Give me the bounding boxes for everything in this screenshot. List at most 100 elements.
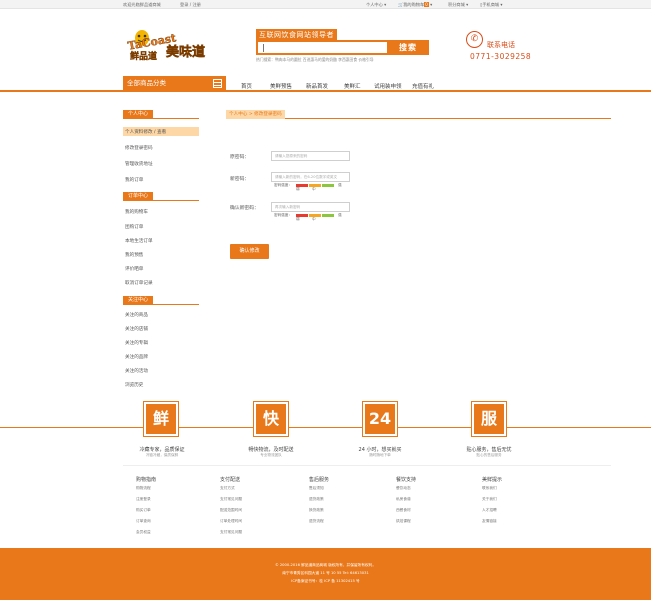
sidebar-item-reviews[interactable]: 评价晒单 bbox=[125, 266, 143, 272]
password-strength-label-2: 密码强度： bbox=[274, 213, 292, 217]
sidebar-divider bbox=[123, 200, 199, 201]
points-mall-link[interactable]: 积分商城 ▾ bbox=[448, 2, 468, 8]
search-cursor: | bbox=[262, 43, 265, 52]
feature-sub-fast: 专业物流团队 bbox=[260, 453, 282, 457]
sidebar-item-followed-shops[interactable]: 关注的店铺 bbox=[125, 326, 148, 332]
footer-link[interactable]: 人才招聘 bbox=[482, 508, 497, 513]
fresh-icon: 鲜 bbox=[143, 401, 179, 437]
site-logo[interactable]: TaCoast 鲜品道 美味道 bbox=[126, 26, 216, 62]
nav-item-presale[interactable]: 美鲜预售 bbox=[270, 82, 292, 90]
sidebar-divider bbox=[123, 304, 199, 305]
search-button[interactable]: 搜索 bbox=[387, 40, 429, 55]
strength-mid-text: 中 bbox=[312, 217, 316, 221]
confirm-password-label: 确认新密码： bbox=[230, 206, 259, 211]
list-icon bbox=[213, 79, 222, 88]
sidebar-item-my-orders[interactable]: 我的订单 bbox=[125, 177, 143, 183]
sidebar-item-group-orders[interactable]: 团购订单 bbox=[125, 224, 143, 230]
strength-weak-text: 弱 bbox=[296, 217, 300, 221]
phone-label: 联系电话 bbox=[487, 41, 515, 49]
sidebar-item-local-orders[interactable]: 本地生活订单 bbox=[125, 238, 153, 244]
footer-col-title-payment: 支付配送 bbox=[220, 477, 241, 483]
strength-bar-strong bbox=[322, 184, 334, 187]
cart-link[interactable]: 🛒我的购物车0 ▾ bbox=[398, 2, 432, 8]
nav-item-new[interactable]: 新品首发 bbox=[306, 82, 328, 90]
nav-item-trial[interactable]: 试用装申领 bbox=[374, 82, 402, 90]
strength-strong-text: 强 bbox=[338, 213, 342, 217]
footer-link[interactable]: 支付常见问题 bbox=[220, 497, 242, 502]
footer-link[interactable]: 餐饮动态 bbox=[396, 486, 411, 491]
confirm-password-input[interactable]: 再次输入新密码 bbox=[271, 202, 350, 212]
site-footer: © 2000-2016 鲜品道商品商城 版权所有，并保留所有权利。 南宁市青秀区… bbox=[0, 548, 651, 600]
footer-col-title-tips: 美鲜提示 bbox=[482, 477, 503, 483]
copyright-text: © 2000-2016 鲜品道商品商城 版权所有，并保留所有权利。 bbox=[274, 563, 377, 567]
feature-sub-service: 贴心的售后服务 bbox=[476, 453, 502, 457]
nav-item-recharge[interactable]: 充值有礼 bbox=[412, 82, 434, 90]
password-strength-label-1: 密码强度： bbox=[274, 183, 292, 187]
footer-link[interactable]: 订单处理时间 bbox=[220, 519, 242, 524]
nav-item-meixianhui[interactable]: 美鲜汇 bbox=[344, 82, 361, 90]
strength-strong-text: 强 bbox=[338, 183, 342, 187]
old-password-input[interactable]: 请输入您原来的密码 bbox=[271, 151, 350, 161]
footer-link[interactable]: 购物流程 bbox=[136, 486, 151, 491]
all-categories-button[interactable]: 全部商品分类 bbox=[123, 76, 226, 91]
footer-link[interactable]: 关于我们 bbox=[482, 497, 497, 502]
breadcrumb: 个人中心 > 修改登录密码 bbox=[226, 110, 285, 119]
sidebar-item-change-password[interactable]: 修改登录密码 bbox=[125, 145, 153, 151]
footer-col-title-dining: 餐饮支持 bbox=[396, 477, 417, 483]
top-bar: 欢迎光临鲜品道商城 登录 / 注册 个人中心 ▾ 🛒我的购物车0 ▾ 积分商城 … bbox=[0, 0, 651, 9]
sidebar-item-presale[interactable]: 我的预售 bbox=[125, 252, 143, 258]
footer-link[interactable]: 订单查询 bbox=[136, 519, 151, 524]
nav-item-home[interactable]: 首页 bbox=[241, 82, 252, 90]
sidebar-item-followed-products[interactable]: 关注的商品 bbox=[125, 312, 148, 318]
logo-graphic: TaCoast 鲜品道 美味道 bbox=[127, 30, 205, 62]
login-register-link[interactable]: 登录 / 注册 bbox=[180, 2, 201, 8]
footer-link[interactable]: 退货政策 bbox=[309, 497, 324, 502]
footer-link[interactable]: 注册登录 bbox=[136, 497, 151, 502]
footer-link[interactable]: 购买订单 bbox=[136, 508, 151, 513]
confirm-change-button[interactable]: 确认修改 bbox=[230, 244, 269, 259]
footer-link[interactable]: 退货流程 bbox=[309, 519, 324, 524]
footer-link[interactable]: 配送范围时间 bbox=[220, 508, 242, 513]
hot-search-words[interactable]: 热门搜索：鸭肉本马的圆拉 百进惠马的爱的奶酪 李西惠田食 价格引导 bbox=[256, 57, 374, 63]
feature-title-fresh: 冷藏专家，品质保证 bbox=[139, 447, 185, 453]
new-password-input[interactable]: 请输入新的密码，在6-20位数字或英文 bbox=[271, 172, 350, 182]
service-icon: 服 bbox=[471, 401, 507, 437]
sidebar-item-history[interactable]: 浏览历史 bbox=[125, 382, 143, 388]
footer-link[interactable]: 友情链接 bbox=[482, 519, 497, 524]
cart-count-badge: 0 bbox=[424, 2, 429, 7]
footer-link[interactable]: 售后须知 bbox=[309, 486, 324, 491]
footer-col-title-guide: 购物指南 bbox=[136, 477, 157, 483]
footer-link[interactable]: 烘焙课程 bbox=[396, 519, 411, 524]
sidebar-item-address[interactable]: 管理收货地址 bbox=[125, 161, 153, 167]
strength-mid-text: 中 bbox=[312, 187, 316, 191]
footer-divider bbox=[123, 465, 611, 466]
footer-link[interactable]: 支付方式 bbox=[220, 486, 235, 491]
footer-link[interactable]: 换货政策 bbox=[309, 508, 324, 513]
icp-text: ICP备案证书号：桂 ICP 备 11302415 号 bbox=[291, 579, 360, 583]
sidebar-item-followed-events[interactable]: 关注的活动 bbox=[125, 368, 148, 374]
phone-number: 0771-3029258 bbox=[470, 52, 532, 61]
24h-icon: 24 bbox=[362, 401, 398, 437]
features-divider bbox=[0, 427, 651, 428]
personal-center-link[interactable]: 个人中心 ▾ bbox=[366, 2, 386, 8]
sidebar-item-cart[interactable]: 我的购物车 bbox=[125, 209, 148, 215]
sidebar-item-followed-brands[interactable]: 关注的品牌 bbox=[125, 354, 148, 360]
svg-text:美味道: 美味道 bbox=[166, 44, 205, 60]
address-text: 南宁市青秀区科园大道 11 号 10 55 Tel: 64613031 bbox=[282, 571, 369, 575]
footer-link[interactable]: 支付常见问题 bbox=[220, 530, 242, 535]
old-password-label: 原密码： bbox=[230, 155, 250, 160]
footer-col-title-aftersale: 售后服务 bbox=[309, 477, 330, 483]
sidebar-item-profile[interactable]: 个人资料修改 / 查看 bbox=[125, 129, 166, 135]
sidebar-item-cancelled[interactable]: 取消订单记录 bbox=[125, 280, 153, 286]
feature-title-fast: 畅快物流，及时配送 bbox=[248, 447, 294, 453]
mobile-mall-link[interactable]: ▯手机商城 ▾ bbox=[480, 2, 503, 8]
footer-link[interactable]: 私房食谱 bbox=[396, 497, 411, 502]
feature-title-service: 贴心服务，售后无忧 bbox=[466, 447, 512, 453]
sidebar-item-followed-albums[interactable]: 关注的专辑 bbox=[125, 340, 148, 346]
footer-link[interactable]: 联系我们 bbox=[482, 486, 497, 491]
footer-link[interactable]: 西餐食材 bbox=[396, 508, 411, 513]
footer-link[interactable]: 会员权益 bbox=[136, 530, 151, 535]
feature-sub-fresh: 冷链冷藏，保质保鲜 bbox=[145, 453, 179, 457]
phone-icon: ✆ bbox=[466, 31, 483, 48]
svg-text:鲜品道: 鲜品道 bbox=[130, 50, 157, 62]
